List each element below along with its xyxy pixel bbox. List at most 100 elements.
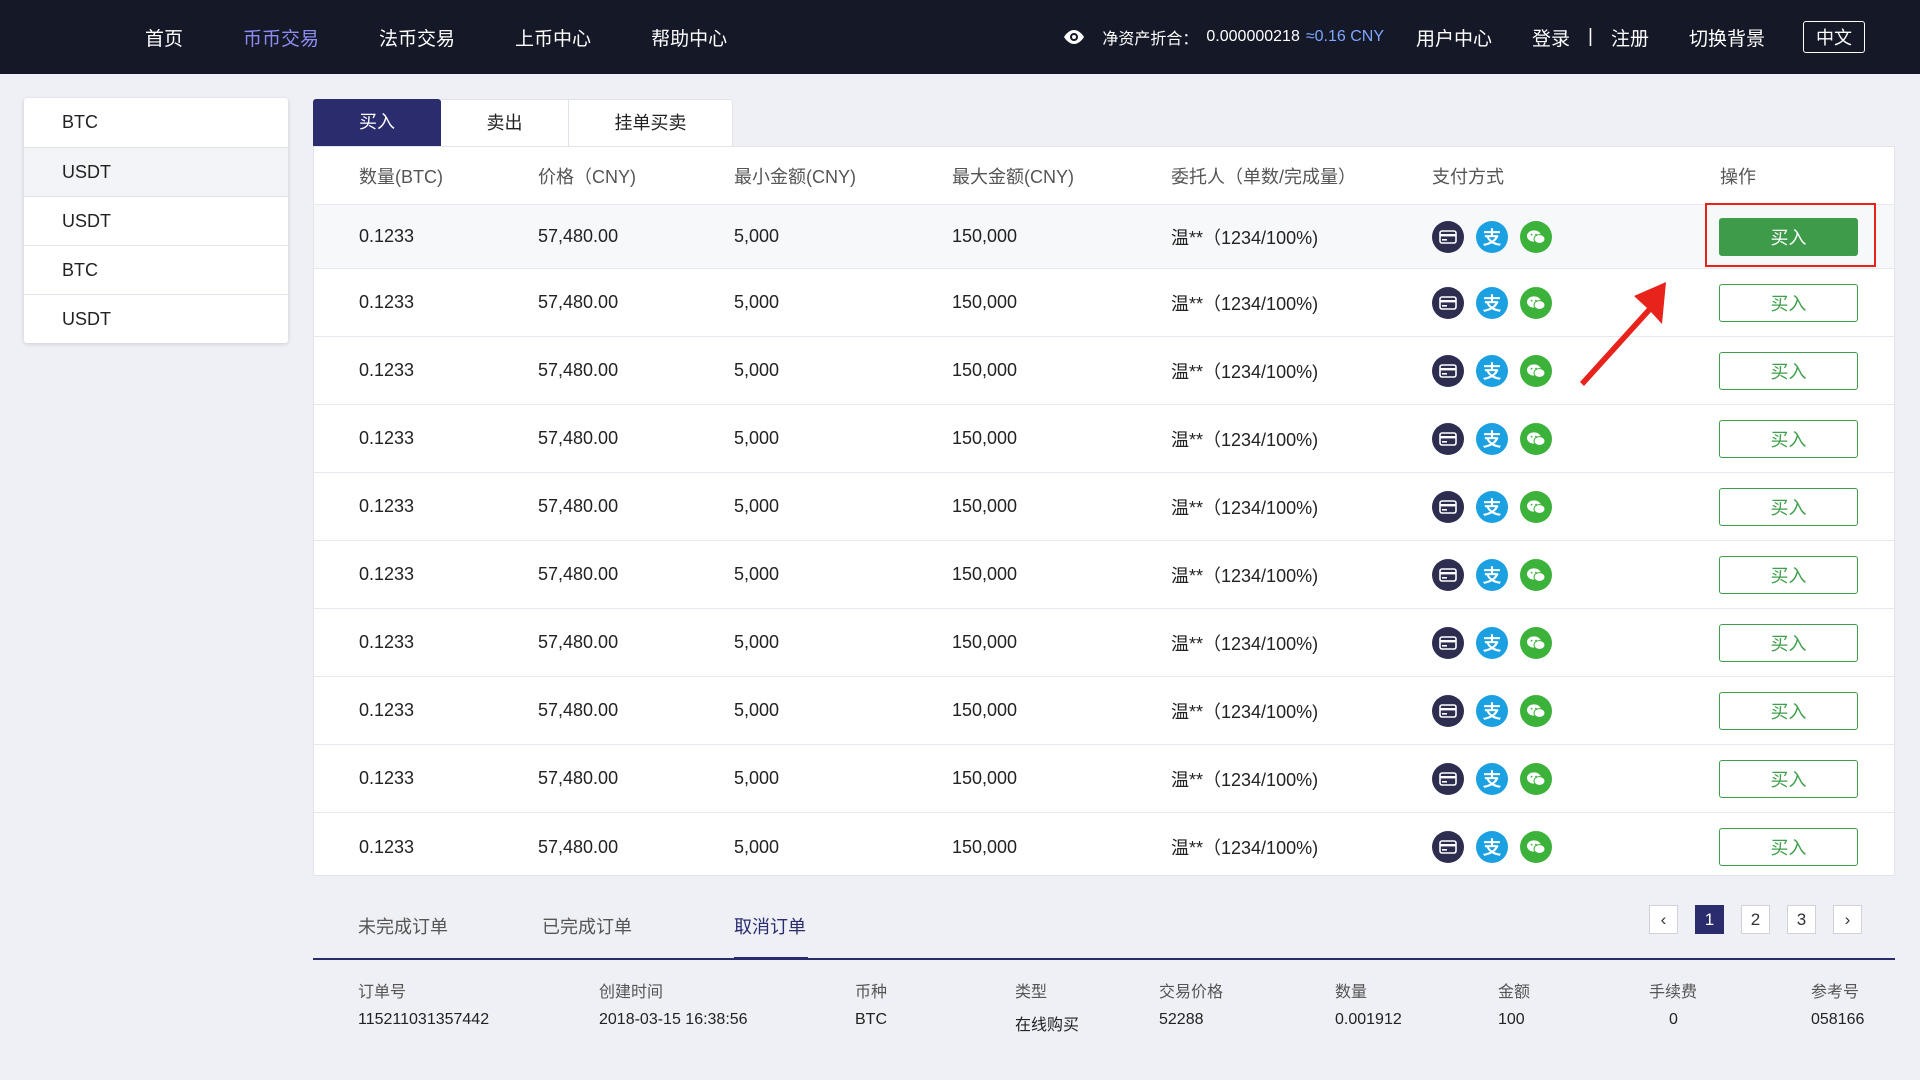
- cell-max-amount: 150,000: [952, 496, 1018, 516]
- cell-quantity: 0.1233: [359, 836, 415, 857]
- bank-card-icon: [1432, 626, 1464, 659]
- tab-buy[interactable]: 买入: [313, 99, 441, 146]
- sidebar-item-btc[interactable]: BTC: [24, 98, 288, 147]
- cell-max-amount: 150,000: [952, 564, 1018, 584]
- cell-min-amount: 5,000: [734, 496, 780, 516]
- wechat-icon: [1520, 354, 1552, 387]
- alipay-icon: 支: [1476, 490, 1508, 523]
- table-row: 0.1233 57,480.00 5,000 150,000 温**（1234/100%…: [314, 205, 1894, 269]
- next-page-button[interactable]: ›: [1833, 905, 1862, 934]
- header-action: 操作: [1720, 166, 1756, 187]
- buy-button[interactable]: 买入: [1719, 691, 1858, 730]
- nav-listing-center[interactable]: 上币中心: [515, 24, 591, 51]
- sidebar-item-btc[interactable]: BTC: [24, 245, 288, 294]
- order-type: 在线购买: [1015, 1017, 1080, 1034]
- header-amount-qty: 数量: [1335, 984, 1368, 1001]
- cell-max-amount: 150,000: [952, 632, 1018, 652]
- page-3-button[interactable]: 3: [1787, 905, 1816, 934]
- table-row: 0.1233 57,480.00 5,000 150,000 温**（1234/100%…: [314, 541, 1894, 609]
- cell-trader: 温**（1234/100%): [1171, 227, 1319, 248]
- cell-quantity: 0.1233: [359, 564, 415, 584]
- coin-sidebar: BTC USDT USDT BTC USDT: [24, 98, 288, 343]
- buy-button[interactable]: 买入: [1719, 419, 1858, 458]
- cell-quantity: 0.1233: [359, 360, 415, 380]
- cell-price: 57,480.00: [538, 768, 619, 788]
- buy-button[interactable]: 买入: [1719, 828, 1858, 866]
- header-trader: 委托人（单数/完成量）: [1171, 166, 1356, 187]
- alipay-glyph: 支: [1483, 701, 1501, 722]
- buy-button[interactable]: 买入: [1719, 487, 1858, 526]
- alipay-icon: 支: [1476, 558, 1508, 591]
- alipay-icon: 支: [1476, 286, 1508, 319]
- header-type: 类型: [1015, 984, 1048, 1001]
- wechat-icon: [1520, 286, 1552, 319]
- tab-sell[interactable]: 卖出: [441, 99, 569, 146]
- nav-home[interactable]: 首页: [145, 24, 183, 51]
- wechat-icon: [1520, 422, 1552, 455]
- alipay-icon: 支: [1476, 220, 1508, 253]
- asset-label: 净资产折合：: [1102, 31, 1199, 48]
- table-row: 0.1233 57,480.00 5,000 150,000 温**（1234/100%…: [314, 745, 1894, 813]
- buy-button[interactable]: 买入: [1719, 759, 1858, 798]
- cell-min-amount: 5,000: [734, 292, 780, 312]
- buy-button[interactable]: 买入: [1719, 283, 1858, 322]
- buy-button[interactable]: 买入: [1719, 351, 1858, 390]
- asset-cny: ≈0.16 CNY: [1305, 28, 1384, 45]
- cell-trader: 温**（1234/100%): [1171, 769, 1319, 790]
- register-link[interactable]: 注册: [1611, 24, 1649, 51]
- nav-coin-trade[interactable]: 币币交易: [243, 24, 319, 51]
- header-max-amount: 最大金额(CNY): [952, 166, 1074, 187]
- cell-price: 57,480.00: [538, 292, 619, 312]
- bank-card-icon: [1432, 422, 1464, 455]
- wechat-icon: [1520, 626, 1552, 659]
- page-2-button[interactable]: 2: [1741, 905, 1770, 934]
- payment-methods: 支: [1432, 558, 1552, 591]
- bank-card-icon: [1432, 354, 1464, 387]
- cell-min-amount: 5,000: [734, 632, 780, 652]
- switch-background-link[interactable]: 切换背景: [1689, 24, 1765, 51]
- language-button[interactable]: 中文: [1803, 21, 1865, 53]
- buy-button[interactable]: 买入: [1719, 217, 1858, 256]
- buy-button[interactable]: 买入: [1719, 555, 1858, 594]
- eye-icon[interactable]: [1062, 29, 1086, 45]
- cell-quantity: 0.1233: [359, 292, 415, 312]
- nav-help-center[interactable]: 帮助中心: [651, 24, 727, 51]
- order-quantity: 0.001912: [1335, 1011, 1402, 1028]
- order-reference: 058166: [1811, 1011, 1865, 1028]
- prev-page-button[interactable]: ‹: [1649, 905, 1678, 934]
- header-fee: 手续费: [1649, 984, 1698, 1001]
- alipay-icon: 支: [1476, 626, 1508, 659]
- cell-price: 57,480.00: [538, 632, 619, 652]
- main-nav: 首页 币币交易 法币交易 上币中心 帮助中心: [145, 0, 787, 74]
- tab-completed-orders[interactable]: 已完成订单: [542, 913, 632, 939]
- bank-card-icon: [1432, 831, 1464, 863]
- alipay-glyph: 支: [1483, 227, 1501, 248]
- buy-button[interactable]: 买入: [1719, 623, 1858, 662]
- bank-card-icon: [1432, 490, 1464, 523]
- cell-quantity: 0.1233: [359, 496, 415, 516]
- alipay-icon: 支: [1476, 354, 1508, 387]
- alipay-glyph: 支: [1483, 361, 1501, 382]
- header-payment: 支付方式: [1432, 166, 1504, 187]
- tab-post-order[interactable]: 挂单买卖: [569, 99, 733, 146]
- alipay-icon: 支: [1476, 831, 1508, 863]
- top-navbar: 首页 币币交易 法币交易 上币中心 帮助中心 净资产折合： 0.00000021…: [0, 0, 1920, 74]
- bank-card-icon: [1432, 762, 1464, 795]
- wechat-icon: [1520, 558, 1552, 591]
- login-link[interactable]: 登录: [1532, 24, 1570, 51]
- cell-max-amount: 150,000: [952, 836, 1018, 857]
- tab-pending-orders[interactable]: 未完成订单: [358, 913, 448, 939]
- alipay-glyph: 支: [1483, 633, 1501, 654]
- user-center-link[interactable]: 用户中心: [1416, 24, 1492, 51]
- sidebar-item-usdt[interactable]: USDT: [24, 196, 288, 245]
- alipay-icon: 支: [1476, 694, 1508, 727]
- nav-fiat-trade[interactable]: 法币交易: [379, 24, 455, 51]
- cell-quantity: 0.1233: [359, 768, 415, 788]
- sidebar-item-usdt[interactable]: USDT: [24, 147, 288, 196]
- payment-methods: 支: [1432, 490, 1552, 523]
- sidebar-item-usdt[interactable]: USDT: [24, 294, 288, 343]
- page-1-button[interactable]: 1: [1695, 905, 1724, 934]
- cell-trader: 温**（1234/100%): [1171, 838, 1319, 858]
- cell-trader: 温**（1234/100%): [1171, 633, 1319, 654]
- tab-cancelled-orders[interactable]: 取消订单: [734, 913, 806, 939]
